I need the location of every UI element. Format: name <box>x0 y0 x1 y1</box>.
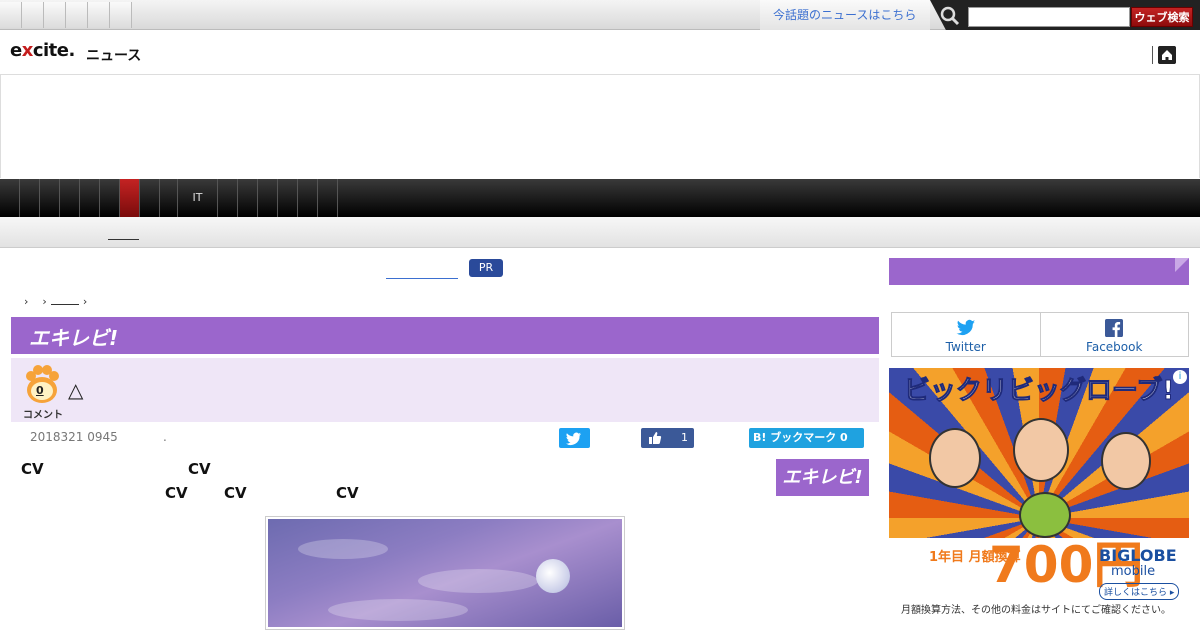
breadcrumb-sep: › <box>42 295 47 308</box>
top-tabs <box>0 2 132 28</box>
pr-link[interactable] <box>386 278 458 279</box>
divider <box>1152 46 1153 64</box>
excite-logo[interactable]: excite. <box>10 40 75 61</box>
facebook-icon <box>1105 319 1124 337</box>
facebook-like-button[interactable]: 1 <box>641 428 694 448</box>
article-text-cv: CV <box>224 484 247 502</box>
hatena-bookmark-button[interactable]: B! ブックマーク 0 <box>749 428 864 448</box>
category-item[interactable] <box>0 179 20 217</box>
ad-person-image <box>1101 432 1151 490</box>
top-tab[interactable] <box>110 2 132 28</box>
logo-letter-x: x <box>21 40 34 61</box>
share-facebook-label: Facebook <box>1086 340 1143 354</box>
comment-badge[interactable]: 0 <box>22 364 62 404</box>
corner-fold <box>1175 258 1189 272</box>
article-text-cv: CV <box>188 460 211 478</box>
share-twitter[interactable]: Twitter <box>892 313 1041 356</box>
tweet-button[interactable] <box>559 428 590 448</box>
sub-nav <box>0 217 1200 248</box>
ad-person-image <box>1013 418 1069 482</box>
article-text-cv: CV <box>165 484 188 502</box>
ad-brand-sub: mobile <box>1111 564 1156 579</box>
twitter-icon <box>566 432 581 446</box>
article-text-cv: CV <box>336 484 359 502</box>
comment-label: コメント <box>23 410 63 421</box>
ad-headline: ビックリビッグローブ! <box>903 376 1175 407</box>
ad-info-icon[interactable]: i <box>1173 370 1187 384</box>
article-title: △ <box>68 378 84 402</box>
ad-space-top <box>0 75 1200 178</box>
top-tab[interactable] <box>66 2 88 28</box>
article-image[interactable] <box>265 516 625 630</box>
share-twitter-label: Twitter <box>945 340 986 354</box>
article-category-banner[interactable]: エキレビ! <box>11 317 879 354</box>
pr-badge: PR <box>469 259 503 277</box>
category-item[interactable] <box>218 179 238 217</box>
category-item[interactable] <box>298 179 318 217</box>
top-tab[interactable] <box>44 2 66 28</box>
banner-label: エキレビ! <box>29 326 119 350</box>
thumbs-up-icon <box>649 432 662 444</box>
search-input[interactable] <box>968 7 1130 27</box>
night-sky-illustration <box>268 519 622 627</box>
ad-character-image <box>1019 492 1071 538</box>
breadcrumb: › › › <box>24 295 87 308</box>
moon-icon <box>536 559 570 593</box>
category-item[interactable] <box>20 179 40 217</box>
ad-brand: BIGLOBE <box>1099 546 1177 565</box>
logo-letter-e: e <box>10 40 22 61</box>
web-search-button[interactable]: ウェブ検索 <box>1131 7 1193 27</box>
category-item-active[interactable] <box>120 179 140 217</box>
category-item[interactable] <box>40 179 60 217</box>
category-item-it[interactable]: IT <box>178 179 218 217</box>
ad-more-button[interactable]: 詳しくはこちら ▸ <box>1099 583 1180 600</box>
ad-footnote: 月額換算方法、その他の料金はサイトにてご確認ください。 <box>901 605 1171 616</box>
top-tab[interactable] <box>88 2 110 28</box>
logo-letters-rest: cite. <box>32 40 76 61</box>
top-bar: 今話題のニュースはこちら ウェブ検索 <box>0 0 1200 34</box>
breadcrumb-link[interactable] <box>50 304 79 305</box>
top-tab[interactable] <box>0 2 22 28</box>
breadcrumb-sep: › <box>82 295 88 308</box>
sub-nav-active-underline <box>108 239 139 240</box>
home-icon[interactable] <box>1158 46 1176 64</box>
logo-news-label[interactable]: ニュース <box>86 45 141 65</box>
article-date: 2018321 0945 <box>30 430 118 444</box>
category-item[interactable] <box>238 179 258 217</box>
article-title-box <box>11 358 879 422</box>
comment-count[interactable]: 0 <box>36 384 44 397</box>
share-box: Twitter Facebook <box>891 312 1189 357</box>
meta-separator: . <box>163 430 167 444</box>
share-facebook[interactable]: Facebook <box>1041 313 1189 356</box>
breadcrumb-sep: › <box>24 295 29 308</box>
category-item[interactable] <box>258 179 278 217</box>
search-icon[interactable] <box>940 6 960 26</box>
category-item[interactable] <box>140 179 160 217</box>
category-item[interactable] <box>160 179 178 217</box>
category-item[interactable] <box>100 179 120 217</box>
excite-review-logo[interactable]: エキレビ! <box>776 459 869 496</box>
sidebar-header-bar <box>889 258 1189 285</box>
ad-person-image <box>929 428 981 488</box>
article-text-cv: CV <box>21 460 44 478</box>
category-item[interactable] <box>278 179 298 217</box>
trending-news-link[interactable]: 今話題のニュースはこちら <box>760 0 930 30</box>
twitter-icon <box>956 319 975 336</box>
like-count: 1 <box>681 431 688 444</box>
sidebar-ad-biglobe[interactable]: ビックリビッグローブ! 1年目 月額換算 700円 BIGLOBE mobile… <box>889 368 1189 618</box>
category-item[interactable] <box>80 179 100 217</box>
category-item[interactable] <box>60 179 80 217</box>
category-item[interactable] <box>318 179 338 217</box>
top-tab[interactable] <box>22 2 44 28</box>
category-nav: IT <box>0 179 1200 217</box>
site-header: excite. ニュース <box>0 30 1200 75</box>
